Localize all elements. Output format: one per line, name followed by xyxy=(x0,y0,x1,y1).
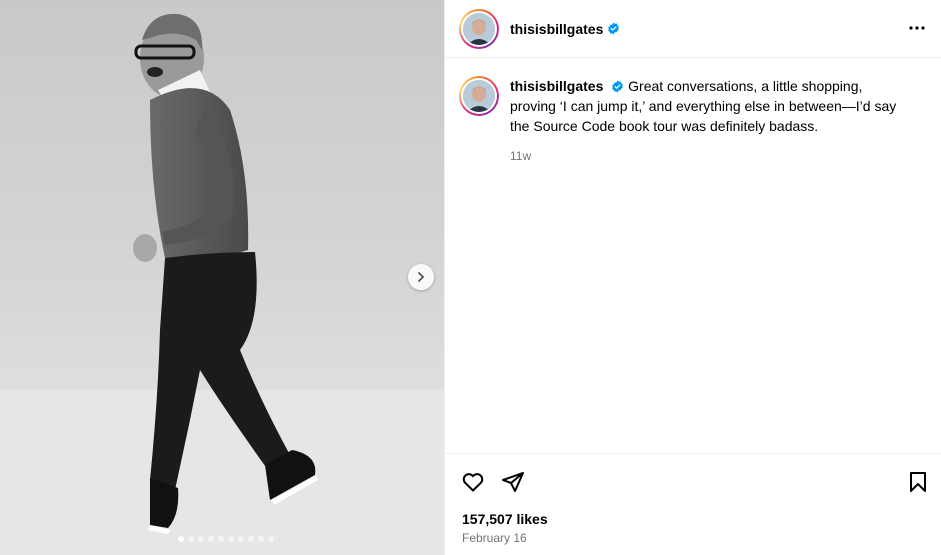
carousel-dot xyxy=(208,536,214,542)
avatar[interactable] xyxy=(459,76,499,116)
chevron-right-icon xyxy=(418,272,425,282)
paper-plane-icon[interactable] xyxy=(501,470,525,494)
carousel-dot xyxy=(198,536,204,542)
avatar-image xyxy=(463,80,495,112)
post-details-panel: thisisbillgates thisisbillgates Great co… xyxy=(444,0,941,555)
post-date: February 16 xyxy=(462,531,527,545)
caption-username[interactable]: thisisbillgates xyxy=(510,78,603,94)
post-caption: thisisbillgates Great conversations, a l… xyxy=(459,76,929,166)
heart-icon[interactable] xyxy=(461,470,485,494)
post-photo xyxy=(0,13,444,555)
bookmark-icon[interactable] xyxy=(906,470,930,494)
carousel-dot xyxy=(238,536,244,542)
carousel-dot xyxy=(248,536,254,542)
carousel-dot xyxy=(178,536,184,542)
avatar-image xyxy=(463,12,495,45)
carousel-dot xyxy=(258,536,264,542)
username[interactable]: thisisbillgates xyxy=(510,21,603,37)
likes-count[interactable]: 157,507 likes xyxy=(462,511,548,527)
verified-badge-icon xyxy=(608,22,620,35)
carousel-dot xyxy=(218,536,224,542)
carousel-indicator xyxy=(178,536,274,542)
post-header: thisisbillgates xyxy=(445,0,941,58)
carousel-dot xyxy=(228,536,234,542)
post-time-ago[interactable]: 11w xyxy=(510,146,910,166)
post-media[interactable] xyxy=(0,0,444,555)
avatar[interactable] xyxy=(459,8,499,49)
verified-badge-icon xyxy=(612,80,624,93)
post-actions: 157,507 likes February 16 xyxy=(445,453,941,555)
carousel-dot xyxy=(268,536,274,542)
carousel-next-button[interactable] xyxy=(408,264,434,290)
more-options-icon[interactable] xyxy=(908,19,926,37)
carousel-dot xyxy=(188,536,194,542)
